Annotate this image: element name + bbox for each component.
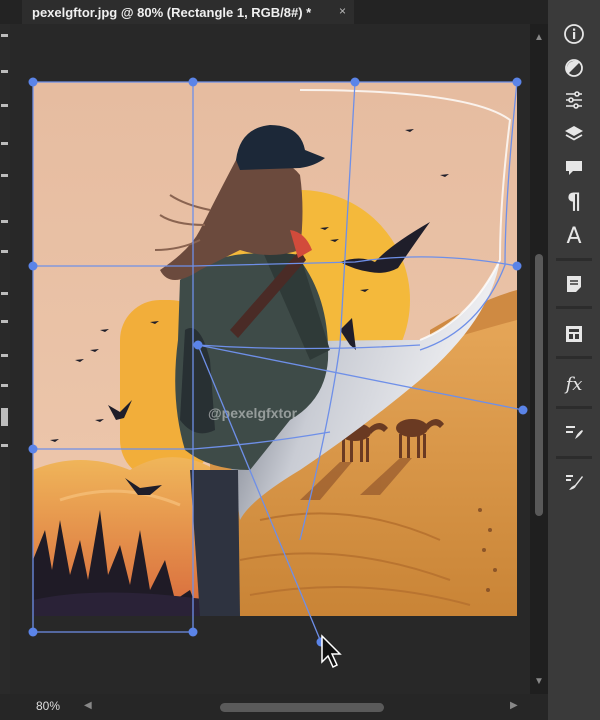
- warp-handle[interactable]: [188, 627, 198, 637]
- scroll-up-icon[interactable]: ▲: [534, 32, 544, 43]
- status-bar: 80% ◀ ▶: [0, 694, 548, 720]
- warp-handle[interactable]: [28, 444, 38, 454]
- scroll-left-icon[interactable]: ◀: [84, 700, 92, 711]
- warp-handle[interactable]: [512, 77, 522, 87]
- document-canvas[interactable]: @pexelgfxtor: [0, 0, 548, 694]
- scroll-right-icon[interactable]: ▶: [510, 700, 518, 711]
- warp-handle[interactable]: [512, 261, 522, 271]
- panel-separator: [556, 258, 592, 261]
- character-icon[interactable]: A: [556, 220, 592, 252]
- mouse-cursor-icon: [321, 634, 342, 669]
- warp-handle[interactable]: [518, 405, 528, 415]
- panel-separator: [556, 456, 592, 459]
- warp-handle[interactable]: [28, 261, 38, 271]
- artwork-image: @pexelgfxtor: [33, 82, 517, 616]
- warp-handle[interactable]: [188, 77, 198, 87]
- properties-sliders-icon[interactable]: [556, 84, 592, 116]
- panel-dock: ¶ A fx: [548, 0, 600, 720]
- panel-separator: [556, 356, 592, 359]
- info-icon[interactable]: [556, 18, 592, 50]
- horizontal-scrollbar[interactable]: ◀ ▶: [84, 700, 524, 714]
- brushes-icon[interactable]: [556, 466, 592, 498]
- scroll-down-icon[interactable]: ▼: [534, 676, 544, 687]
- warp-handle[interactable]: [28, 627, 38, 637]
- adjustments-icon[interactable]: [556, 52, 592, 84]
- brush-settings-icon[interactable]: [556, 416, 592, 448]
- fx-styles-icon[interactable]: fx: [556, 368, 592, 400]
- panel-separator: [556, 306, 592, 309]
- notes-icon[interactable]: [556, 268, 592, 300]
- horizontal-scroll-thumb[interactable]: [220, 703, 384, 712]
- warp-handle[interactable]: [28, 77, 38, 87]
- comments-icon[interactable]: [556, 152, 592, 184]
- panel-separator: [556, 406, 592, 409]
- watermark-text: @pexelgfxtor: [208, 405, 298, 421]
- warp-handle[interactable]: [193, 340, 203, 350]
- layers-icon[interactable]: [556, 118, 592, 150]
- vertical-scroll-thumb[interactable]: [535, 254, 543, 516]
- vertical-scrollbar[interactable]: ▲ ▼: [530, 24, 548, 694]
- paragraph-icon[interactable]: ¶: [556, 186, 592, 218]
- libraries-icon[interactable]: [556, 318, 592, 350]
- zoom-level[interactable]: 80%: [36, 699, 60, 713]
- warp-handle[interactable]: [350, 77, 360, 87]
